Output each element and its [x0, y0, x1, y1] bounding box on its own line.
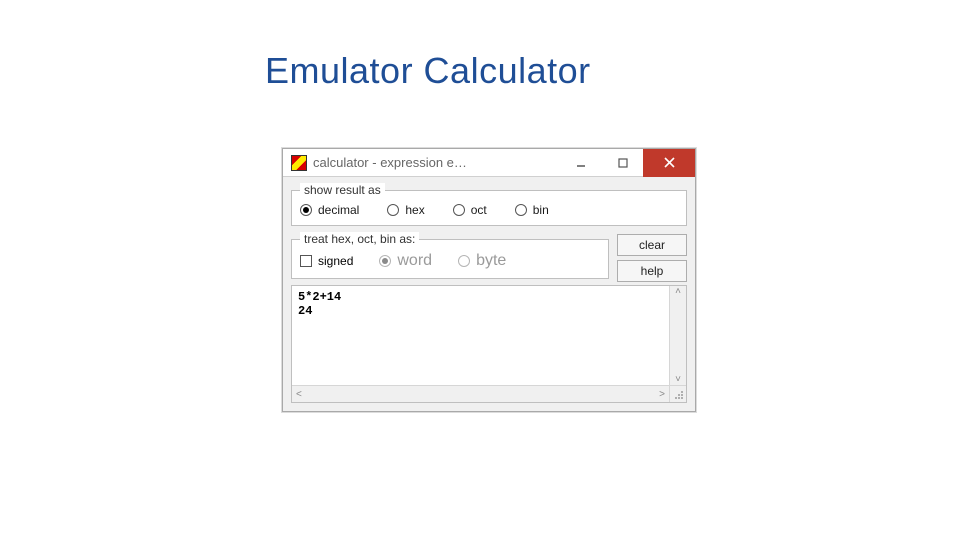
calculator-window: calculator - expression e… show result a…: [282, 148, 696, 412]
radio-oct-label: oct: [471, 203, 487, 217]
titlebar[interactable]: calculator - expression e…: [283, 149, 695, 177]
scroll-down-icon: ˅: [675, 374, 681, 385]
slide-title: Emulator Calculator: [265, 50, 591, 92]
radio-bin[interactable]: bin: [515, 203, 549, 217]
app-icon: [291, 155, 307, 171]
radio-byte[interactable]: byte: [458, 252, 506, 270]
checkbox-signed-label: signed: [318, 254, 353, 268]
radio-dot-icon: [515, 204, 527, 216]
window-title: calculator - expression e…: [313, 155, 467, 170]
group-treat-as-legend: treat hex, oct, bin as:: [300, 232, 419, 246]
resize-grip-icon: [674, 390, 684, 400]
output-area: 5*2+14 24 ˄ ˅ ˂ ˃: [291, 285, 687, 403]
close-button[interactable]: [643, 149, 695, 177]
resize-grip[interactable]: [669, 385, 686, 402]
window-body: show result as decimal hex oct bin: [283, 177, 695, 411]
horizontal-scrollbar[interactable]: ˂ ˃: [292, 385, 669, 402]
radio-dot-icon: [458, 255, 470, 267]
group-show-result-as-legend: show result as: [300, 183, 385, 197]
radio-dot-icon: [453, 204, 465, 216]
scroll-left-icon: ˂: [296, 389, 302, 400]
scroll-right-icon: ˃: [659, 389, 665, 400]
minimize-button[interactable]: [559, 149, 601, 177]
radio-word[interactable]: word: [379, 252, 432, 270]
scroll-up-icon: ˄: [675, 286, 681, 297]
radio-dot-icon: [379, 255, 391, 267]
radio-hex[interactable]: hex: [387, 203, 424, 217]
side-buttons: clear help: [617, 232, 687, 282]
clear-button[interactable]: clear: [617, 234, 687, 256]
minimize-icon: [576, 158, 586, 168]
close-icon: [664, 157, 675, 168]
checkbox-box-icon: [300, 255, 312, 267]
group-treat-as: treat hex, oct, bin as: signed word byte: [291, 232, 609, 279]
radio-decimal[interactable]: decimal: [300, 203, 359, 217]
radio-byte-label: byte: [476, 252, 506, 270]
radio-dot-icon: [300, 204, 312, 216]
maximize-icon: [618, 158, 628, 168]
radio-bin-label: bin: [533, 203, 549, 217]
radio-dot-icon: [387, 204, 399, 216]
vertical-scrollbar[interactable]: ˄ ˅: [669, 286, 686, 385]
checkbox-signed[interactable]: signed: [300, 254, 353, 268]
maximize-button[interactable]: [601, 149, 643, 177]
radio-oct[interactable]: oct: [453, 203, 487, 217]
radio-hex-label: hex: [405, 203, 424, 217]
help-button[interactable]: help: [617, 260, 687, 282]
group-show-result-as: show result as decimal hex oct bin: [291, 183, 687, 226]
radio-word-label: word: [397, 252, 432, 270]
radio-decimal-label: decimal: [318, 203, 359, 217]
